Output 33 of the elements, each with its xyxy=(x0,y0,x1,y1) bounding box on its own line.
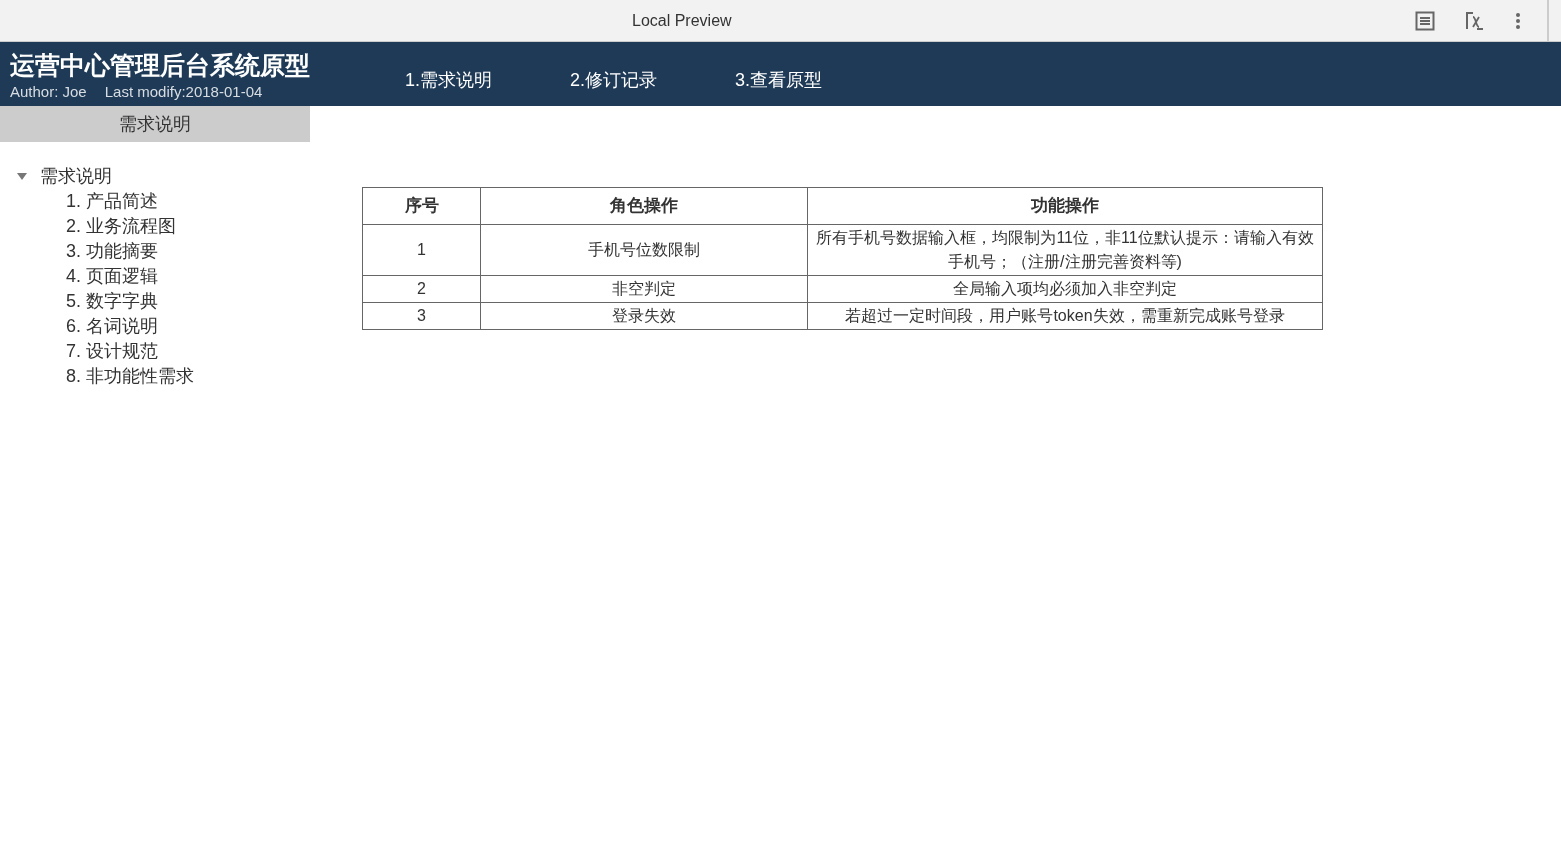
sidebar-heading: 需求说明 xyxy=(0,106,310,142)
table-cell: 若超过一定时间段，用户账号token失效，需重新完成账号登录 xyxy=(807,302,1323,330)
table-cell: 1 xyxy=(362,224,481,276)
tree-item[interactable]: 5. 数字字典 xyxy=(66,288,158,315)
document-icon[interactable] xyxy=(1415,10,1435,31)
table-cell: 手机号位数限制 xyxy=(480,224,808,276)
tree-item[interactable]: 3. 功能摘要 xyxy=(66,238,158,265)
tree-item[interactable]: 2. 业务流程图 xyxy=(66,213,176,240)
window-title: Local Preview xyxy=(632,10,732,31)
modified-date: Last modify:2018-01-04 xyxy=(104,81,263,102)
tree-item[interactable]: 6. 名词说明 xyxy=(66,313,158,340)
nav-tab[interactable]: 1.需求说明 xyxy=(405,67,492,94)
table-cell: 2 xyxy=(362,275,481,303)
tree-item[interactable]: 7. 设计规范 xyxy=(66,338,158,365)
nav-tab[interactable]: 3.查看原型 xyxy=(735,67,823,94)
column-header: 角色操作 xyxy=(480,187,808,225)
caret-icon[interactable] xyxy=(17,172,27,181)
table-cell: 3 xyxy=(362,302,481,330)
tree-item[interactable]: 8. 非功能性需求 xyxy=(66,363,194,390)
author-label: Author: Joe xyxy=(10,81,87,102)
variable-icon[interactable] xyxy=(1465,10,1485,31)
column-header: 功能操作 xyxy=(807,187,1323,225)
column-header: 序号 xyxy=(362,187,481,225)
table-cell: 所有手机号数据输入框，均限制为11位，非11位默认提示：请输入有效手机号；（注册/注册完善资料等) xyxy=(807,224,1323,276)
table-cell: 全局输入项均必须加入非空判定 xyxy=(807,275,1323,303)
app-title: 运营中心管理后台系统原型 xyxy=(10,49,310,81)
tree-item[interactable]: 4. 页面逻辑 xyxy=(66,263,158,290)
table-cell: 非空判定 xyxy=(480,275,808,303)
table-cell: 登录失效 xyxy=(480,302,808,330)
tree-item[interactable]: 1. 产品简述 xyxy=(66,188,158,215)
more-icon[interactable] xyxy=(1515,12,1521,29)
tree-item[interactable]: 需求说明 xyxy=(40,163,112,190)
nav-tab[interactable]: 2.修订记录 xyxy=(570,67,658,94)
